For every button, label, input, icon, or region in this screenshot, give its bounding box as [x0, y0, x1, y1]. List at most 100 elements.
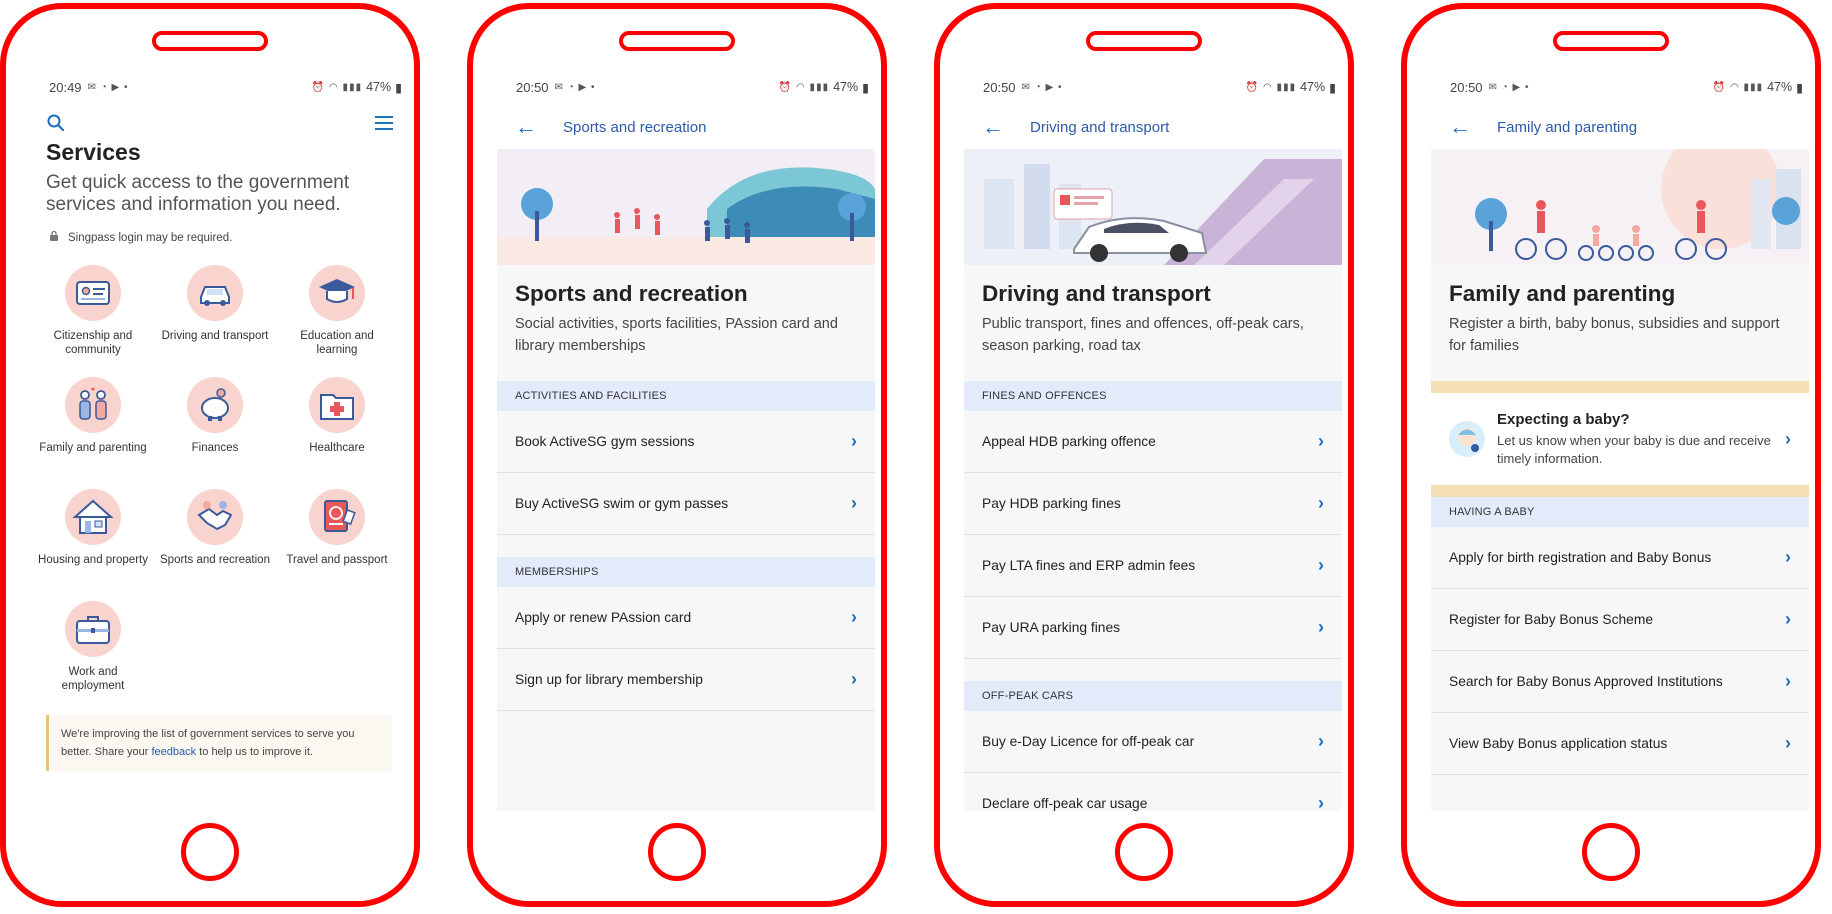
notification-icons: ✉ ◔ ▶ • — [554, 81, 596, 93]
home-button[interactable] — [648, 823, 706, 881]
car-icon — [200, 286, 230, 306]
service-link[interactable]: Apply for birth registration and Baby Bo… — [1431, 527, 1809, 589]
home-button[interactable] — [181, 823, 239, 881]
service-link-label: View Baby Bonus application status — [1449, 736, 1668, 751]
login-note: Singpass login may be required. — [30, 216, 408, 259]
page-description: Public transport, fines and offences, of… — [982, 316, 1304, 354]
service-link[interactable]: Buy e-Day Licence for off-peak car › — [964, 711, 1342, 773]
back-arrow-icon[interactable]: ← — [1449, 116, 1481, 138]
page-title: Services — [46, 139, 141, 165]
battery-icon: ▮ — [395, 80, 402, 95]
back-arrow-icon[interactable]: ← — [982, 116, 1014, 138]
nav-title: Family and parenting — [1497, 118, 1638, 136]
phone-speaker — [1086, 31, 1202, 51]
service-link[interactable]: Pay URA parking fines › — [964, 597, 1342, 659]
status-time: 20:49 — [49, 79, 82, 95]
back-arrow-icon[interactable]: ← — [515, 116, 547, 138]
top-bar: ← Sports and recreation — [497, 105, 875, 149]
service-link[interactable]: Pay HDB parking fines › — [964, 473, 1342, 535]
service-link-label: Search for Baby Bonus Approved Instituti… — [1449, 674, 1723, 689]
category-education[interactable]: Education and learning — [276, 259, 398, 365]
battery-icon: ▮ — [862, 80, 869, 95]
service-link[interactable]: Declare off-peak car usage › — [964, 773, 1342, 811]
chevron-right-icon: › — [851, 669, 857, 689]
screen-family: 20:50 ✉ ◔ ▶ • ⏰ ◠ ▮▮▮ 47% ▮ ← Family and pa… — [1431, 69, 1809, 811]
chevron-right-icon: › — [851, 607, 857, 627]
phone-frame: 20:50 ✉ ◔ ▶ • ⏰ ◠ ▮▮▮ 47% ▮ ← Family and pa… — [1401, 3, 1821, 907]
status-time: 20:50 — [983, 79, 1016, 95]
notification-icons: ✉ ◔ ▶ • — [87, 81, 129, 93]
chevron-right-icon: › — [851, 431, 857, 451]
service-link[interactable]: Sign up for library membership › — [497, 649, 875, 711]
service-link-label: Sign up for library membership — [515, 672, 703, 687]
passport-icon — [324, 500, 356, 532]
service-link[interactable]: Buy ActiveSG swim or gym passes › — [497, 473, 875, 535]
signal-icons: ⏰ ◠ ▮▮▮ — [1712, 81, 1764, 93]
category-family[interactable]: Family and parenting — [32, 371, 154, 477]
page-title: Sports and recreation — [515, 281, 748, 306]
chevron-right-icon: › — [1318, 793, 1324, 811]
battery-icon: ▮ — [1796, 80, 1803, 95]
menu-icon[interactable] — [374, 114, 394, 137]
service-link[interactable]: Register for Baby Bonus Scheme › — [1431, 589, 1809, 651]
phone-frame: 20:50 ✉ ◔ ▶ • ⏰ ◠ ▮▮▮ 47% ▮ ← Sports and re… — [467, 3, 887, 907]
status-bar: 20:50 ✉ ◔ ▶ • ⏰ ◠ ▮▮▮ 47% ▮ — [1431, 69, 1809, 105]
category-driving[interactable]: Driving and transport — [154, 259, 276, 365]
category-finances[interactable]: Finances — [154, 371, 276, 477]
promo-band-top — [1431, 381, 1809, 393]
home-button[interactable] — [1115, 823, 1173, 881]
category-citizenship[interactable]: Citizenship and community — [32, 259, 154, 365]
chevron-right-icon: › — [1785, 733, 1791, 753]
promo-text: Let us know when your baby is due and re… — [1497, 432, 1771, 466]
hero-illustration — [964, 149, 1342, 265]
graduation-cap-icon — [319, 279, 355, 303]
category-healthcare[interactable]: Healthcare — [276, 371, 398, 477]
category-work[interactable]: Work and employment — [32, 595, 154, 701]
home-button[interactable] — [1582, 823, 1640, 881]
chevron-right-icon: › — [1318, 431, 1324, 451]
signal-icons: ⏰ ◠ ▮▮▮ — [311, 81, 363, 93]
status-time: 20:50 — [516, 79, 549, 95]
service-link[interactable]: Book ActiveSG gym sessions › — [497, 411, 875, 473]
service-link[interactable]: Pay LTA fines and ERP admin fees › — [964, 535, 1342, 597]
service-link[interactable]: Appeal HDB parking offence › — [964, 411, 1342, 473]
chevron-right-icon: › — [1785, 428, 1791, 449]
search-icon[interactable] — [46, 113, 66, 138]
feedback-banner: We're improving the list of government s… — [46, 715, 392, 771]
battery-percent: 47% — [833, 80, 859, 94]
status-bar: 20:49 ✉ ◔ ▶ • ⏰ ◠ ▮▮▮ 47% ▮ — [30, 69, 408, 105]
handshake-icon — [197, 501, 233, 531]
expecting-baby-card[interactable]: Expecting a baby? Let us know when your … — [1431, 393, 1809, 485]
notification-icons: ✉ ◔ ▶ • — [1488, 81, 1530, 93]
service-link-label: Apply for birth registration and Baby Bo… — [1449, 550, 1712, 565]
lock-icon — [48, 230, 60, 245]
battery-percent: 47% — [1767, 80, 1793, 94]
login-note-text: Singpass login may be required. — [68, 231, 233, 244]
chevron-right-icon: › — [1785, 609, 1791, 629]
screen-driving: 20:50 ✉ ◔ ▶ • ⏰ ◠ ▮▮▮ 47% ▮ ← Driving and t… — [964, 69, 1342, 811]
service-link[interactable]: View Baby Bonus application status › — [1431, 713, 1809, 775]
phone-frame: 20:49 ✉ ◔ ▶ • ⏰ ◠ ▮▮▮ 47% ▮ Services Get qu… — [0, 3, 420, 907]
feedback-link[interactable]: feedback — [152, 746, 197, 758]
promo-title: Expecting a baby? — [1497, 410, 1630, 428]
chevron-right-icon: › — [1318, 493, 1324, 513]
service-link-label: Apply or renew PAssion card — [515, 610, 692, 625]
category-sports[interactable]: Sports and recreation — [154, 483, 276, 589]
category-housing[interactable]: Housing and property — [32, 483, 154, 589]
page-title: Driving and transport — [982, 281, 1211, 306]
signal-icons: ⏰ ◠ ▮▮▮ — [778, 81, 830, 93]
category-label: Healthcare — [309, 442, 365, 454]
service-link-label: Register for Baby Bonus Scheme — [1449, 612, 1653, 627]
piggy-bank-icon — [201, 388, 229, 421]
phone-frame: 20:50 ✉ ◔ ▶ • ⏰ ◠ ▮▮▮ 47% ▮ ← Driving and t… — [934, 3, 1354, 907]
battery-percent: 47% — [366, 80, 392, 94]
service-link[interactable]: Apply or renew PAssion card › — [497, 587, 875, 649]
service-link-label: Appeal HDB parking offence — [982, 434, 1156, 449]
service-link-label: Book ActiveSG gym sessions — [515, 434, 695, 449]
service-link[interactable]: Search for Baby Bonus Approved Instituti… — [1431, 651, 1809, 713]
category-travel[interactable]: Travel and passport — [276, 483, 398, 589]
service-link-label: Pay LTA fines and ERP admin fees — [982, 558, 1196, 573]
category-label: Driving and transport — [161, 330, 269, 342]
chevron-right-icon: › — [1785, 671, 1791, 691]
section-header: HAVING A BABY — [1431, 497, 1809, 527]
